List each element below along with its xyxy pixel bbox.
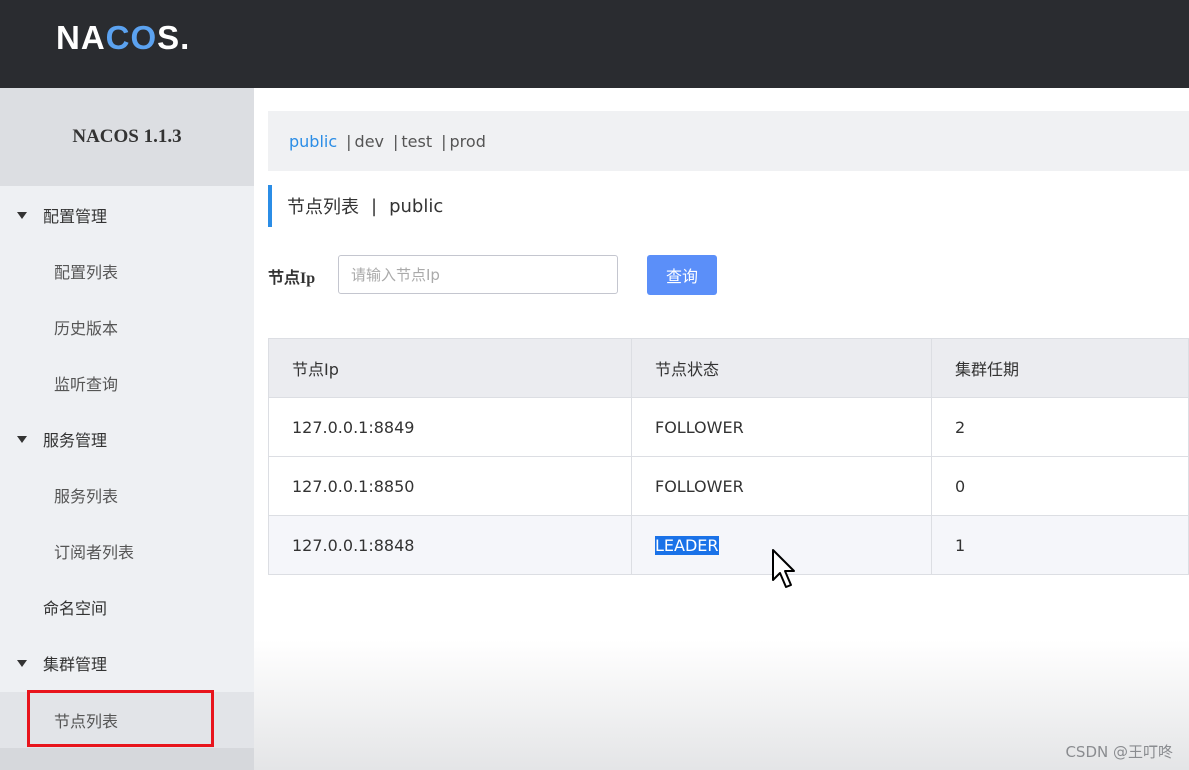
nav-group-config[interactable]: 配置管理	[0, 187, 254, 243]
caret-down-icon	[17, 211, 27, 219]
nav-group-label: 服务管理	[43, 431, 108, 450]
sidebar-footer	[0, 748, 254, 770]
node-ip-input[interactable]	[338, 255, 618, 294]
table-row: 127.0.0.1:8848 LEADER 1	[268, 515, 1189, 575]
column-header-node-state[interactable]: 节点状态	[631, 338, 932, 398]
namespace-tab-test[interactable]: test	[401, 132, 432, 151]
cell-node-state: FOLLOWER	[631, 456, 932, 516]
highlight-box	[27, 690, 214, 747]
namespace-separator: |	[441, 131, 447, 151]
cell-node-ip: 127.0.0.1:8849	[268, 397, 632, 457]
cell-node-state: FOLLOWER	[631, 397, 932, 457]
nav-item-service-list[interactable]: 服务列表	[0, 467, 254, 523]
column-header-node-ip[interactable]: 节点Ip	[268, 338, 632, 398]
column-header-cluster-term[interactable]: 集群任期	[931, 338, 1189, 398]
sidebar-version: NACOS 1.1.3	[0, 88, 254, 186]
query-button[interactable]: 查询	[647, 255, 717, 295]
mouse-cursor-icon	[772, 549, 795, 588]
nav-item-history[interactable]: 历史版本	[0, 299, 254, 355]
cell-cluster-term: 1	[931, 515, 1189, 575]
title-separator: |	[371, 195, 378, 217]
nacos-logo[interactable]: NACOS.	[56, 19, 190, 57]
watermark: CSDN @王叮咚	[1065, 743, 1173, 761]
cell-node-ip: 127.0.0.1:8850	[268, 456, 632, 516]
cell-node-ip: 127.0.0.1:8848	[268, 515, 632, 575]
nav-item-namespace[interactable]: 命名空间	[0, 579, 254, 635]
top-navbar: NACOS.	[0, 0, 1189, 88]
namespace-separator: |	[393, 131, 399, 151]
table-row: 127.0.0.1:8850 FOLLOWER 0	[268, 456, 1189, 516]
bottom-fade-overlay	[254, 640, 1189, 770]
selected-text: LEADER	[655, 535, 719, 555]
cell-cluster-term: 2	[931, 397, 1189, 457]
nav-item-config-list[interactable]: 配置列表	[0, 243, 254, 299]
cell-cluster-term: 0	[931, 456, 1189, 516]
caret-down-icon	[17, 659, 27, 667]
namespace-tab-prod[interactable]: prod	[450, 132, 486, 151]
namespace-tab-public[interactable]: public	[289, 132, 337, 151]
nav-group-service[interactable]: 服务管理	[0, 411, 254, 467]
table-row: 127.0.0.1:8849 FOLLOWER 2	[268, 397, 1189, 457]
node-ip-label: 节点Ip	[268, 270, 316, 287]
nav-item-listener-query[interactable]: 监听查询	[0, 355, 254, 411]
namespace-separator: |	[346, 131, 352, 151]
nav-group-label: 集群管理	[43, 655, 108, 674]
page-title-namespace: public	[389, 195, 444, 217]
nav-group-cluster[interactable]: 集群管理	[0, 635, 254, 691]
table-header-row: 节点Ip 节点状态 集群任期	[268, 338, 1189, 398]
nav-group-label: 配置管理	[43, 207, 108, 226]
page-title: 节点列表 | public	[268, 185, 443, 227]
namespace-bar: public | dev | test | prod	[268, 111, 1189, 171]
nav-item-subscriber-list[interactable]: 订阅者列表	[0, 523, 254, 579]
page-title-text: 节点列表	[287, 197, 359, 218]
node-table: 节点Ip 节点状态 集群任期 127.0.0.1:8849 FOLLOWER 2…	[268, 338, 1189, 575]
caret-down-icon	[17, 435, 27, 443]
namespace-tab-dev[interactable]: dev	[355, 132, 384, 151]
